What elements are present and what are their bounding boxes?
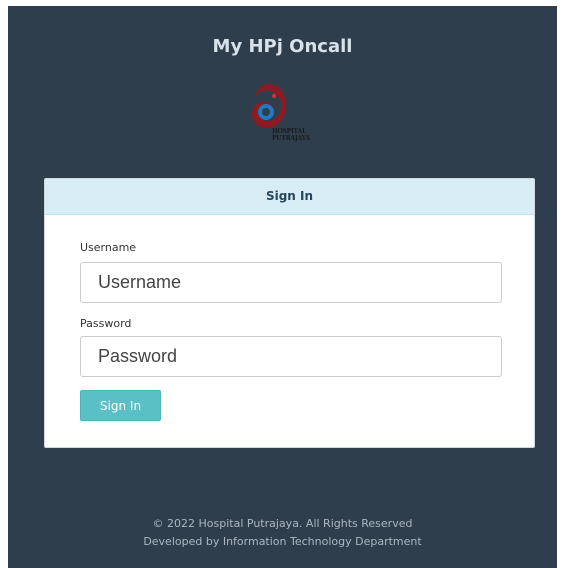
password-input[interactable] <box>80 336 502 377</box>
footer: © 2022 Hospital Putrajaya. All Rights Re… <box>8 515 557 551</box>
hospital-logo-text: HOSPITAL PUTRAJAYA <box>272 128 310 142</box>
sign-in-header: Sign In <box>45 179 534 215</box>
username-label: Username <box>80 241 137 254</box>
logo-line-putrajaya: PUTRAJAYA <box>272 135 310 142</box>
login-screen: My HPj Oncall HOSPITAL PUTRAJAYA Sign In… <box>8 6 557 568</box>
footer-copyright: © 2022 Hospital Putrajaya. All Rights Re… <box>152 517 413 530</box>
password-label: Password <box>80 317 132 330</box>
hospital-logo: HOSPITAL PUTRAJAYA <box>248 82 338 148</box>
hospital-logo-icon <box>252 84 286 128</box>
logo-line-hospital: HOSPITAL <box>272 128 306 135</box>
sign-in-button[interactable]: Sign In <box>80 390 161 421</box>
footer-developer: Developed by Information Technology Depa… <box>143 535 422 548</box>
sign-in-card: Sign In Username Password Sign In <box>44 178 535 448</box>
username-input[interactable] <box>80 262 502 303</box>
app-title: My HPj Oncall <box>212 36 353 57</box>
